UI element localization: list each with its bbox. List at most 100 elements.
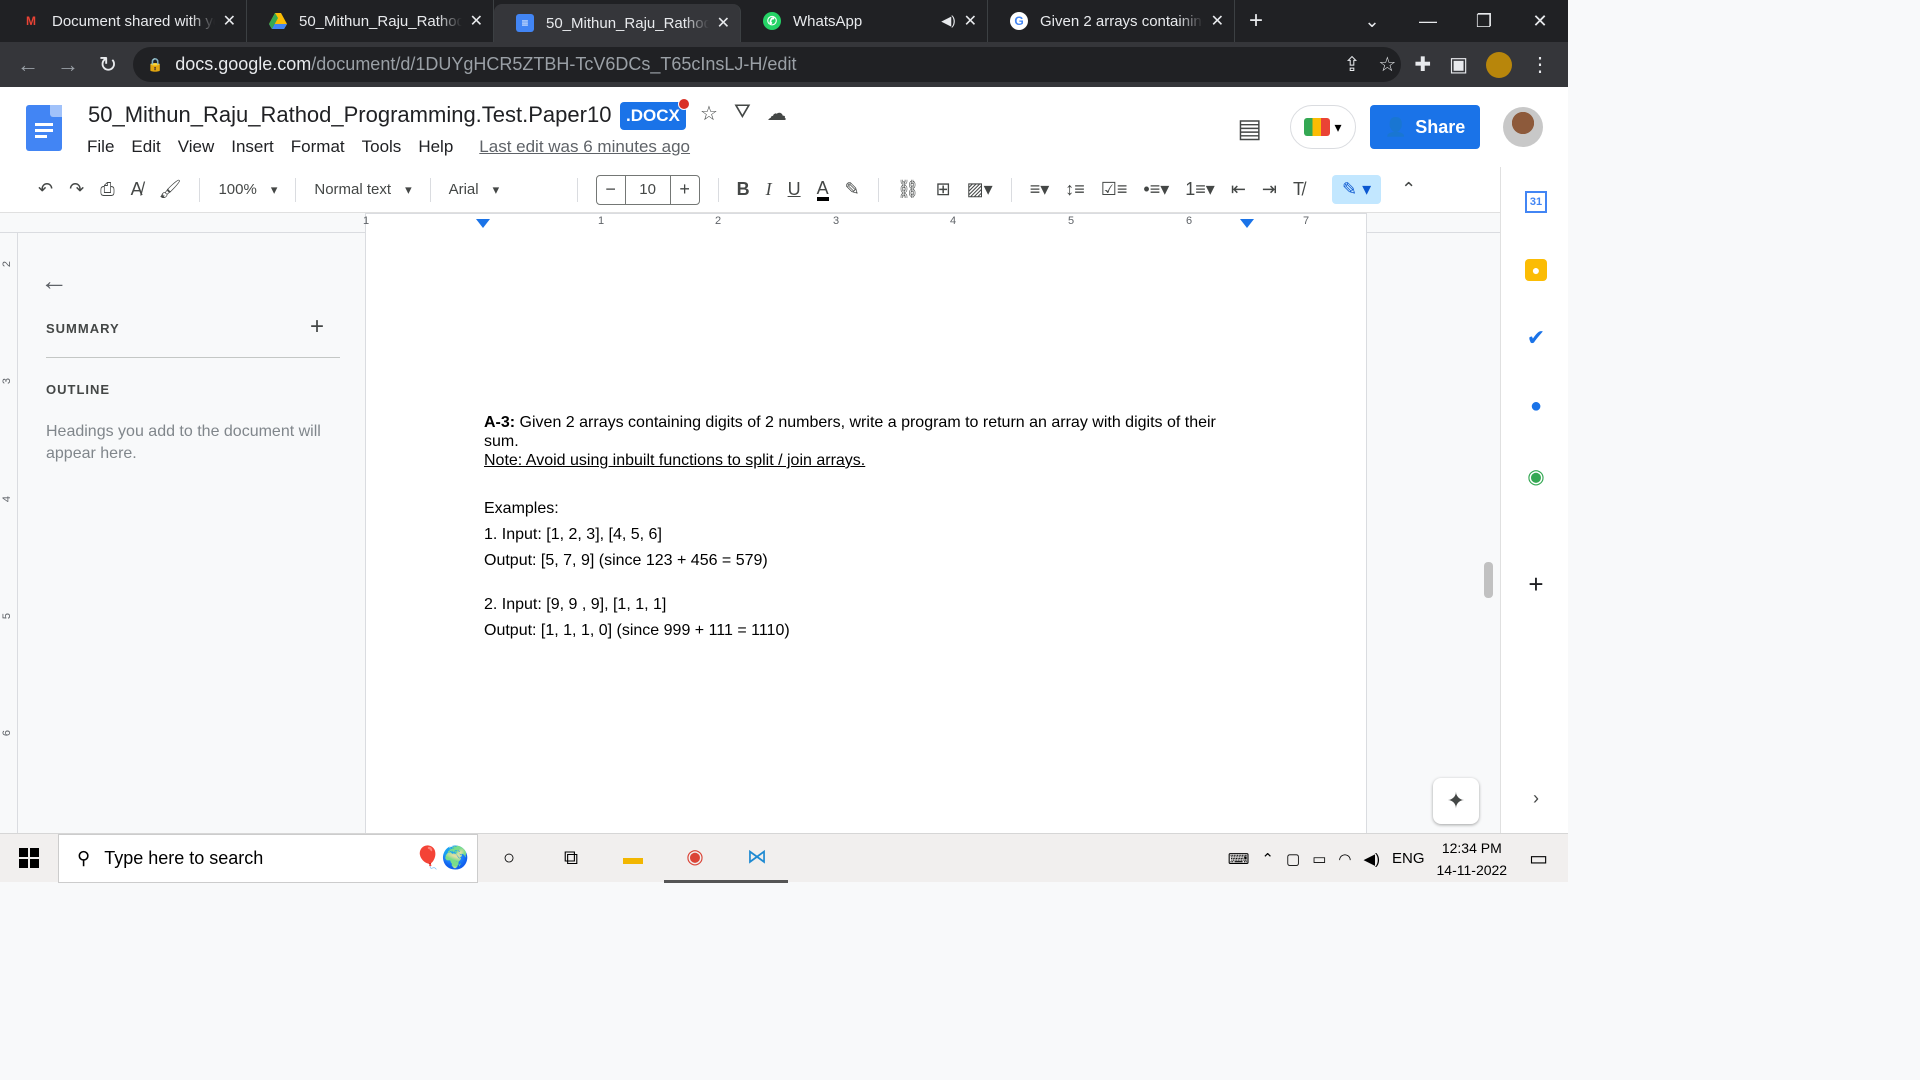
- more-menu-icon[interactable]: ⋮: [1530, 52, 1550, 77]
- task-view-icon[interactable]: ⧉: [540, 834, 602, 883]
- numbered-list-icon[interactable]: 1≡▾: [1185, 179, 1215, 200]
- tab-search-icon[interactable]: ⌄: [1344, 11, 1400, 32]
- text-color-icon[interactable]: A: [816, 179, 829, 201]
- chrome-icon[interactable]: ◉: [664, 834, 726, 883]
- document-title[interactable]: 50_Mithun_Raju_Rathod_Programming.Test.P…: [88, 102, 611, 128]
- clear-formatting-icon[interactable]: T̸: [1293, 179, 1304, 200]
- highlight-icon[interactable]: ✎: [845, 179, 860, 200]
- menu-edit[interactable]: Edit: [131, 137, 160, 157]
- vscode-icon[interactable]: ⋈: [726, 834, 788, 883]
- battery-icon[interactable]: ▭: [1312, 850, 1326, 868]
- forward-icon[interactable]: →: [48, 52, 88, 78]
- user-avatar[interactable]: [1503, 107, 1543, 147]
- cloud-status-icon[interactable]: ☁: [767, 101, 787, 126]
- editing-mode-icon[interactable]: ✎ ▾: [1332, 175, 1382, 204]
- redo-icon[interactable]: ↷: [69, 179, 84, 200]
- meet-now-icon[interactable]: ▢: [1286, 850, 1300, 868]
- share-button[interactable]: 👤 Share: [1370, 105, 1480, 149]
- docx-badge[interactable]: .DOCX: [620, 98, 690, 130]
- start-button[interactable]: [0, 848, 58, 868]
- close-icon[interactable]: ✕: [717, 13, 730, 33]
- checklist-icon[interactable]: ☑≡: [1101, 179, 1128, 200]
- right-indent-marker[interactable]: [1240, 219, 1254, 228]
- volume-icon[interactable]: ◀): [1363, 850, 1380, 868]
- tab-drive[interactable]: 50_Mithun_Raju_Rathod_Programming ✕: [247, 0, 494, 42]
- restore-button[interactable]: ❐: [1456, 11, 1512, 32]
- back-arrow-icon[interactable]: ←: [40, 265, 68, 297]
- cortana-icon[interactable]: ○: [478, 834, 540, 883]
- keep-icon[interactable]: ●: [1525, 259, 1547, 281]
- language-indicator[interactable]: ENG: [1392, 850, 1425, 867]
- undo-icon[interactable]: ↶: [38, 179, 53, 200]
- style-select[interactable]: Normal text: [314, 181, 411, 198]
- menu-view[interactable]: View: [178, 137, 215, 157]
- file-explorer-icon[interactable]: ▬: [602, 834, 664, 883]
- side-panel-icon[interactable]: ▣: [1449, 52, 1468, 77]
- scrollbar-thumb[interactable]: [1484, 562, 1493, 598]
- show-side-panel-icon[interactable]: ›: [1525, 787, 1547, 809]
- tab-whatsapp[interactable]: ✆ WhatsApp ◀) ✕: [741, 0, 988, 42]
- tab-google-search[interactable]: G Given 2 arrays containing ✕: [988, 0, 1235, 42]
- menu-tools[interactable]: Tools: [362, 137, 402, 157]
- show-hidden-icons[interactable]: ⌃: [1261, 850, 1274, 868]
- profile-avatar[interactable]: [1486, 51, 1512, 78]
- zoom-select[interactable]: 100%: [218, 181, 277, 198]
- notifications-icon[interactable]: ▭: [1529, 846, 1548, 871]
- add-summary-button[interactable]: +: [310, 313, 324, 341]
- meet-button[interactable]: ▾: [1290, 105, 1356, 149]
- reload-icon[interactable]: ↻: [88, 52, 128, 78]
- close-icon[interactable]: ✕: [223, 11, 236, 31]
- back-icon[interactable]: ←: [8, 52, 48, 78]
- get-addons-icon[interactable]: +: [1525, 569, 1547, 599]
- italic-icon[interactable]: I: [766, 179, 772, 200]
- link-icon[interactable]: ⛓: [897, 179, 920, 200]
- speaker-icon[interactable]: ◀): [941, 13, 955, 29]
- increase-font-button[interactable]: +: [671, 179, 699, 200]
- paint-format-icon[interactable]: 🖌: [159, 179, 182, 200]
- last-edit-link[interactable]: Last edit was 6 minutes ago: [479, 137, 690, 157]
- add-comment-icon[interactable]: ⊞: [936, 179, 951, 200]
- left-indent-marker[interactable]: [476, 219, 490, 228]
- tab-docs[interactable]: ≡ 50_Mithun_Raju_Rathod_Programming ✕: [494, 4, 741, 42]
- wifi-icon[interactable]: ◠: [1338, 850, 1351, 868]
- close-icon[interactable]: ✕: [1211, 11, 1224, 31]
- minimize-button[interactable]: —: [1400, 11, 1456, 32]
- address-bar[interactable]: 🔒 docs.google.com/document/d/1DUYgHCR5ZT…: [133, 47, 1401, 82]
- font-select[interactable]: Arial: [449, 181, 559, 198]
- menu-file[interactable]: File: [87, 137, 114, 157]
- move-to-drive-icon[interactable]: ⛛: [734, 101, 751, 126]
- align-icon[interactable]: ≡▾: [1030, 179, 1050, 200]
- close-window-button[interactable]: ✕: [1512, 11, 1568, 32]
- bulleted-list-icon[interactable]: •≡▾: [1143, 179, 1169, 200]
- increase-indent-icon[interactable]: ⇥: [1262, 179, 1277, 200]
- close-icon[interactable]: ✕: [964, 11, 977, 31]
- share-page-icon[interactable]: ⇪: [1344, 52, 1361, 77]
- taskbar-search[interactable]: ⚲ Type here to search 🎈🌍: [58, 833, 478, 883]
- document-body[interactable]: A-3: Given 2 arrays containing digits of…: [484, 413, 1244, 644]
- star-icon[interactable]: ☆: [700, 101, 718, 126]
- collapse-menus-icon[interactable]: ⌃: [1401, 179, 1416, 200]
- decrease-font-button[interactable]: −: [597, 179, 625, 200]
- print-icon[interactable]: ⎙: [100, 179, 114, 200]
- new-tab-button[interactable]: +: [1249, 7, 1263, 35]
- calendar-icon[interactable]: 31: [1525, 191, 1547, 213]
- comment-history-icon[interactable]: ▤: [1237, 113, 1262, 144]
- docs-logo-icon[interactable]: [26, 105, 62, 151]
- line-spacing-icon[interactable]: ↕≡: [1065, 179, 1085, 200]
- tab-gmail[interactable]: M Document shared with you ✕: [0, 0, 247, 42]
- spellcheck-icon[interactable]: A̸: [131, 179, 143, 200]
- bold-icon[interactable]: B: [737, 179, 750, 200]
- explore-button[interactable]: ✦: [1433, 778, 1479, 824]
- menu-help[interactable]: Help: [418, 137, 453, 157]
- clock[interactable]: 12:34 PM 14-11-2022: [1437, 837, 1508, 881]
- keyboard-icon[interactable]: ⌨: [1228, 850, 1250, 868]
- extensions-icon[interactable]: ✚: [1414, 52, 1431, 77]
- contacts-icon[interactable]: ●: [1525, 395, 1547, 417]
- bookmark-star-icon[interactable]: ☆: [1378, 52, 1396, 77]
- menu-format[interactable]: Format: [291, 137, 345, 157]
- insert-image-icon[interactable]: ▨▾: [967, 179, 993, 200]
- maps-icon[interactable]: ◉: [1525, 465, 1547, 488]
- close-icon[interactable]: ✕: [470, 11, 483, 31]
- menu-insert[interactable]: Insert: [231, 137, 274, 157]
- document-page[interactable]: A-3: Given 2 arrays containing digits of…: [365, 233, 1367, 833]
